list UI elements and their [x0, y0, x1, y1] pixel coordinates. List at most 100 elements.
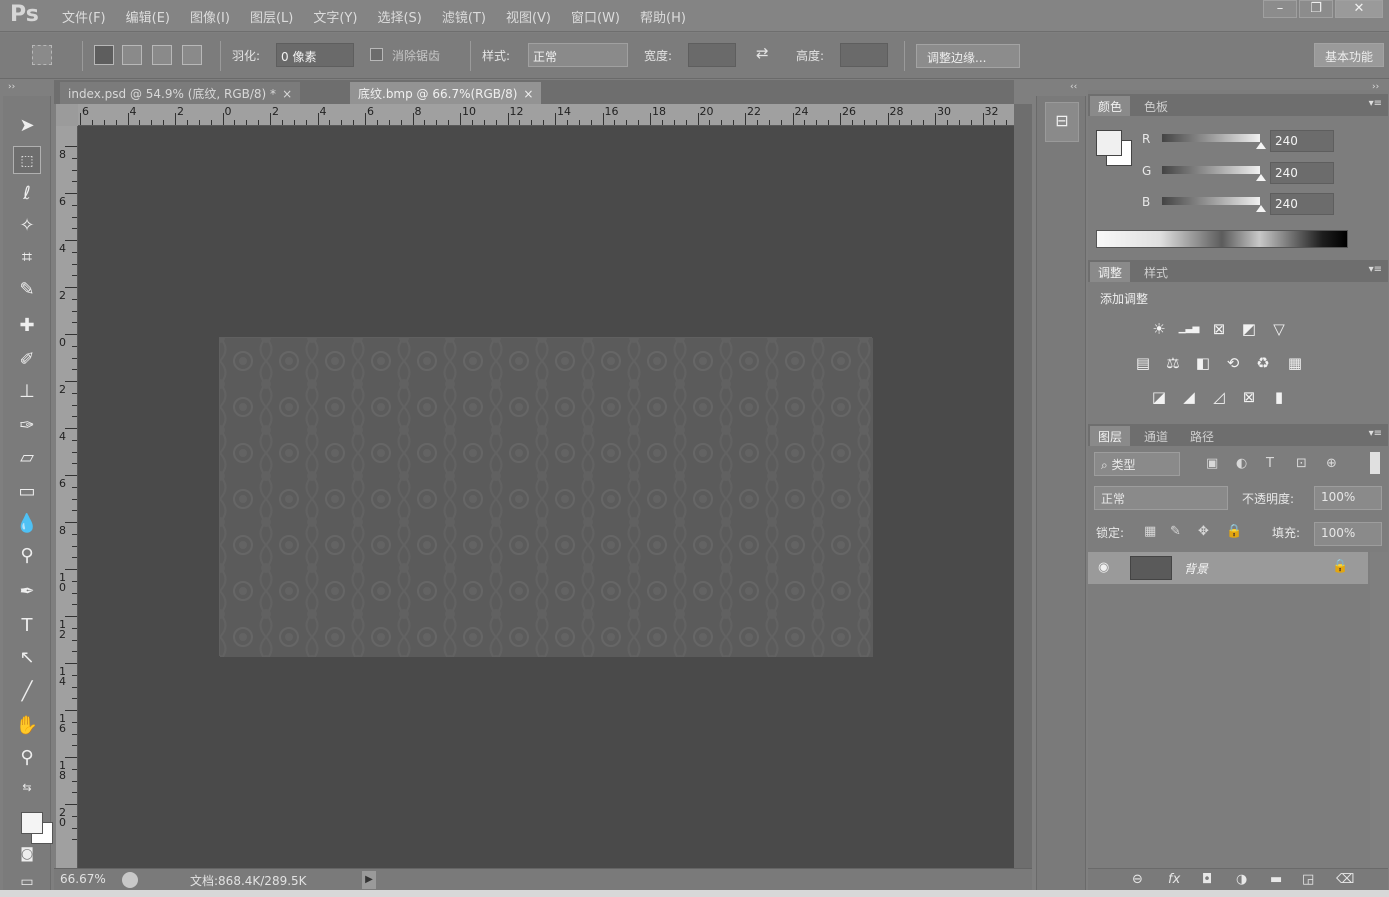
- crop-tool-icon[interactable]: ⌗: [13, 244, 41, 272]
- tab-index-psd[interactable]: index.psd @ 54.9% (底纹, RGB/8) * ×: [60, 82, 301, 104]
- status-info-icon[interactable]: [122, 872, 138, 888]
- restore-button[interactable]: ❐: [1299, 0, 1333, 18]
- filter-shape-icon[interactable]: ⊡: [1296, 456, 1307, 471]
- subtract-selection-icon[interactable]: [152, 45, 172, 65]
- layer-name[interactable]: 背景: [1184, 560, 1208, 577]
- vibrance-icon[interactable]: ▽: [1268, 318, 1290, 340]
- marquee-tool-icon[interactable]: ⬚: [13, 146, 41, 174]
- channel-r-thumb[interactable]: [1256, 142, 1266, 149]
- feather-input[interactable]: 0 像素: [276, 43, 354, 67]
- menu-image[interactable]: 图像(I): [190, 7, 230, 26]
- move-tool-icon[interactable]: ➤: [13, 112, 41, 140]
- healing-brush-tool-icon[interactable]: ✚: [13, 312, 41, 340]
- lock-image-icon[interactable]: ✎: [1170, 524, 1181, 539]
- width-input[interactable]: [688, 43, 736, 67]
- hand-tool-icon[interactable]: ✋: [13, 712, 41, 740]
- menu-help[interactable]: 帮助(H): [640, 7, 686, 26]
- dodge-tool-icon[interactable]: ⚲: [13, 542, 41, 570]
- exposure-icon[interactable]: ◩: [1238, 318, 1260, 340]
- photo-filter-icon[interactable]: ⟲: [1222, 352, 1244, 374]
- tab-swatches[interactable]: 色板: [1136, 96, 1176, 116]
- channel-r-input[interactable]: 240: [1270, 130, 1334, 152]
- new-layer-icon[interactable]: ◲: [1302, 872, 1314, 887]
- hue-saturation-icon[interactable]: ▤: [1132, 352, 1154, 374]
- tab-paths[interactable]: 路径: [1182, 426, 1222, 446]
- path-selection-tool-icon[interactable]: ↖: [13, 644, 41, 672]
- swap-colors-icon[interactable]: ⇆: [13, 774, 41, 802]
- channel-b-input[interactable]: 240: [1270, 193, 1334, 215]
- type-tool-icon[interactable]: T: [13, 612, 41, 640]
- history-panel-icon[interactable]: ⊟: [1045, 102, 1079, 142]
- add-mask-icon[interactable]: ◘: [1202, 872, 1212, 887]
- filter-type-icon[interactable]: T: [1266, 456, 1274, 471]
- close-button[interactable]: ✕: [1335, 0, 1383, 18]
- color-spectrum-bar[interactable]: [1096, 230, 1348, 248]
- menu-window[interactable]: 窗口(W): [571, 7, 620, 26]
- gradient-map-icon[interactable]: ▮: [1268, 386, 1290, 408]
- filter-pixel-icon[interactable]: ▣: [1206, 456, 1218, 471]
- threshold-icon[interactable]: ◿: [1208, 386, 1230, 408]
- magic-wand-tool-icon[interactable]: ✧: [13, 212, 41, 240]
- tab-channels[interactable]: 通道: [1136, 426, 1176, 446]
- ruler-corner[interactable]: [56, 104, 78, 126]
- close-tab-icon[interactable]: ×: [282, 87, 292, 101]
- tab-styles[interactable]: 样式: [1136, 262, 1176, 282]
- blend-mode-select[interactable]: 正常: [1094, 486, 1228, 510]
- lock-transparent-icon[interactable]: ▦: [1144, 524, 1156, 539]
- tab-color[interactable]: 颜色: [1090, 96, 1131, 116]
- menu-file[interactable]: 文件(F): [62, 7, 106, 26]
- vertical-ruler[interactable]: 8 6 4 2 0 2 4 6 8 1 0 1 2 1 4 1 6 1 8 2 0: [56, 126, 78, 868]
- link-layers-icon[interactable]: ⊖: [1132, 872, 1143, 887]
- brightness-contrast-icon[interactable]: ☀: [1148, 318, 1170, 340]
- collapse-mid-icon[interactable]: ‹‹: [1070, 82, 1077, 92]
- color-lookup-icon[interactable]: ▦: [1284, 352, 1306, 374]
- menu-select[interactable]: 选择(S): [377, 7, 421, 26]
- channel-mixer-icon[interactable]: ♻: [1252, 352, 1274, 374]
- menu-filter[interactable]: 滤镜(T): [442, 7, 486, 26]
- channel-r-slider[interactable]: [1162, 134, 1260, 142]
- fill-input[interactable]: 100%: [1314, 522, 1382, 546]
- eraser-tool-icon[interactable]: ▱: [13, 444, 41, 472]
- delete-layer-icon[interactable]: ⌫: [1336, 872, 1354, 887]
- status-menu-arrow-icon[interactable]: ▶: [362, 871, 376, 889]
- channel-g-slider[interactable]: [1162, 166, 1260, 174]
- filter-adjustment-icon[interactable]: ◐: [1236, 456, 1247, 471]
- color-foreground-swatch[interactable]: [1096, 130, 1122, 156]
- pen-tool-icon[interactable]: ✒: [13, 578, 41, 606]
- canvas-vertical-scrollbar[interactable]: [1014, 104, 1032, 890]
- selective-color-icon[interactable]: ⊠: [1238, 386, 1260, 408]
- panel-menu-icon[interactable]: ▾≡: [1369, 98, 1382, 109]
- foreground-color-swatch[interactable]: [21, 812, 43, 834]
- lock-position-icon[interactable]: ✥: [1198, 524, 1209, 539]
- lock-all-icon[interactable]: 🔒: [1226, 524, 1242, 539]
- channel-b-thumb[interactable]: [1256, 205, 1266, 212]
- brush-tool-icon[interactable]: ✐: [13, 346, 41, 374]
- panel-menu-icon[interactable]: ▾≡: [1369, 428, 1382, 439]
- new-selection-icon[interactable]: [94, 45, 114, 65]
- invert-icon[interactable]: ◪: [1148, 386, 1170, 408]
- canvas-area[interactable]: [78, 126, 1014, 868]
- style-select[interactable]: 正常: [528, 43, 628, 67]
- tab-layers[interactable]: 图层: [1090, 426, 1131, 446]
- black-white-icon[interactable]: ◧: [1192, 352, 1214, 374]
- history-brush-tool-icon[interactable]: ✑: [13, 412, 41, 440]
- channel-b-slider[interactable]: [1162, 197, 1260, 205]
- channel-g-input[interactable]: 240: [1270, 162, 1334, 184]
- panel-menu-icon[interactable]: ▾≡: [1369, 264, 1382, 275]
- horizontal-ruler[interactable]: 6 4 2 0 2 4 6 8 10 12 14 16 18 20 22 24 26 28 30 32: [78, 104, 1014, 126]
- height-input[interactable]: [840, 43, 888, 67]
- line-tool-icon[interactable]: ╱: [13, 678, 41, 706]
- tab-texture-bmp[interactable]: 底纹.bmp @ 66.7%(RGB/8) ×: [350, 82, 542, 104]
- close-tab-icon[interactable]: ×: [523, 87, 533, 101]
- antialias-checkbox[interactable]: [370, 48, 383, 61]
- new-group-icon[interactable]: ▬: [1270, 872, 1282, 887]
- eyedropper-tool-icon[interactable]: ✎: [13, 276, 41, 304]
- layer-filter-select[interactable]: ⌕ 类型: [1094, 452, 1180, 476]
- blur-tool-icon[interactable]: 💧: [13, 510, 41, 538]
- curves-icon[interactable]: ⊠: [1208, 318, 1230, 340]
- collapse-tools-icon[interactable]: ››: [8, 82, 15, 92]
- add-selection-icon[interactable]: [122, 45, 142, 65]
- menu-view[interactable]: 视图(V): [506, 7, 551, 26]
- refine-edge-button[interactable]: 调整边缘...: [916, 44, 1020, 68]
- opacity-input[interactable]: 100%: [1314, 486, 1382, 510]
